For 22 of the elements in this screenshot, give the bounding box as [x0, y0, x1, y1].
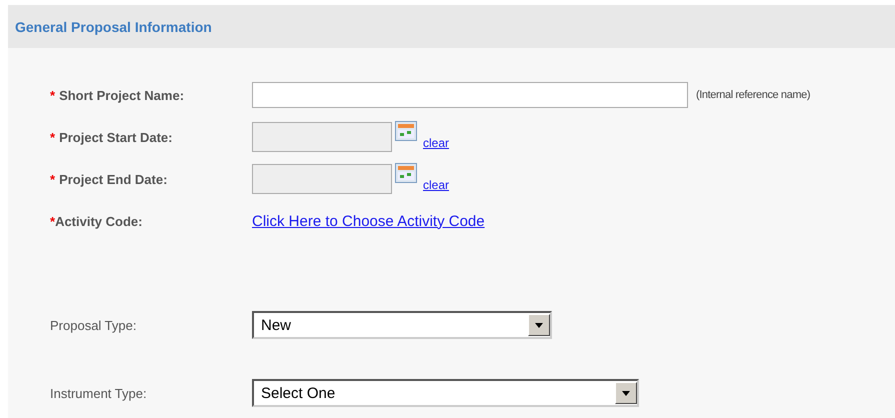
field-label: Activity Code:	[55, 214, 142, 228]
field-label: Instrument Type:	[50, 386, 147, 400]
field-label: Project Start Date:	[59, 130, 172, 144]
calendar-icon[interactable]	[395, 163, 417, 183]
project-name-field[interactable]	[252, 82, 688, 108]
caret-icon	[535, 322, 543, 328]
dropdown[interactable]: New	[252, 311, 552, 339]
required-asterisk: *	[50, 88, 56, 102]
required-asterisk: *	[50, 130, 56, 144]
field-label: Proposal Type:	[50, 318, 136, 332]
caret-icon	[622, 390, 630, 396]
required-asterisk: *	[50, 214, 56, 228]
dropdown[interactable]: Select One	[252, 379, 639, 407]
calendar-icon[interactable]	[395, 121, 417, 141]
clear-link[interactable]: clear	[423, 178, 450, 192]
required-asterisk: *	[50, 172, 56, 186]
hint-text: (Internal reference name)	[696, 89, 810, 101]
field-label: Short Project Name:	[59, 88, 184, 102]
choose-activity-link[interactable]: Click Here to Choose Activity Code	[252, 212, 485, 230]
field-label: Project End Date:	[59, 172, 168, 186]
clear-link[interactable]: clear	[423, 136, 450, 150]
section-title: General Proposal Information	[15, 18, 212, 34]
